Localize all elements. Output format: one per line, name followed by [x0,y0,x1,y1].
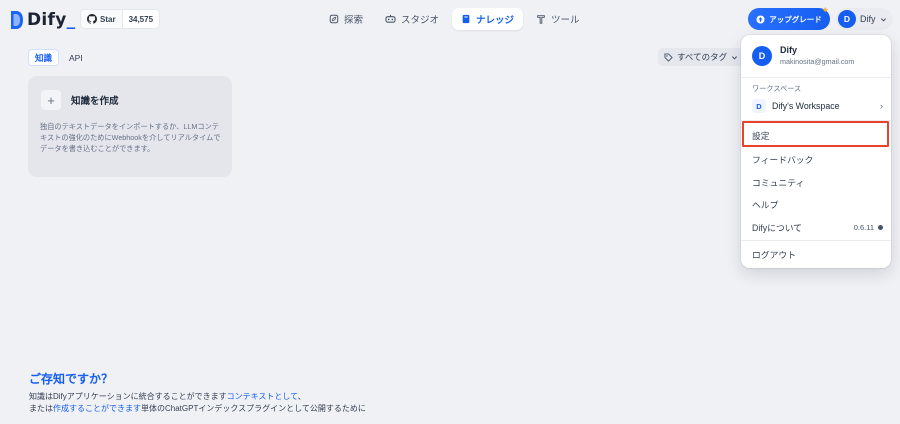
menu-item-community[interactable]: コミュニティ [752,176,883,189]
knowledge-tabs: 知識 API [28,49,89,66]
upgrade-button[interactable]: アップグレード ✦ [748,5,830,30]
workspace-selector[interactable]: D Dify's Workspace › [752,98,883,114]
tag-filter-dropdown[interactable]: すべてのタグ [658,48,745,66]
chevron-down-icon [732,55,738,60]
create-knowledge-title: 知識を作成 [71,96,119,107]
github-icon [87,14,97,24]
plus-icon: + [40,89,62,111]
main-nav: 探索 スタジオ ナレッジ ツール [320,8,589,30]
dify-logo-mark-icon [11,11,23,29]
create-plugin-link[interactable]: 作成することができます [53,404,141,413]
studio-icon [385,14,396,23]
nav-knowledge-label: ナレッジ [476,15,515,26]
menu-item-help[interactable]: ヘルプ [752,198,883,211]
github-star-count: 34,575 [121,10,159,28]
context-link[interactable]: コンテキストとして [227,392,298,401]
upgrade-label: アップグレード [769,14,822,24]
workspace-name: Dify's Workspace [772,101,840,111]
explore-icon [329,14,339,24]
brand-name: Dify_ [27,10,76,30]
menu-item-about[interactable]: Difyについて 0.6.11 [752,221,883,234]
chevron-down-icon [880,17,886,22]
menu-divider [741,77,891,78]
tab-knowledge[interactable]: 知識 [28,49,60,66]
status-dot-icon [878,225,883,230]
github-star-label: Star [100,14,116,24]
nav-explore[interactable]: 探索 [320,8,372,30]
menu-item-feedback[interactable]: フィードバック [752,153,883,166]
menu-user-name: Dify [780,45,798,55]
create-knowledge-card[interactable]: + 知識を作成 独自のテキストデータをインポートするか、LLMコンテキストの強化… [28,76,232,177]
menu-divider [741,240,891,241]
menu-item-logout[interactable]: ログアウト [752,248,883,261]
dify-logo[interactable]: Dify_ [10,9,75,31]
workspace-icon: D [752,99,766,113]
menu-user-email: makinosita@gmail.com [780,57,855,66]
tag-filter-label: すべてのタグ [677,52,728,62]
tool-icon [537,15,545,24]
tab-api[interactable]: API [63,49,89,66]
nav-tools[interactable]: ツール [527,8,589,30]
nav-explore-label: 探索 [344,15,364,26]
settings-highlight-box [742,121,889,147]
user-name: Dify [860,14,876,24]
nav-studio[interactable]: スタジオ [376,8,448,30]
version-number: 0.6.11 [853,223,874,232]
did-you-know-line-1: 知識はDifyアプリケーションに統合することができますコンテキストとして、 [29,392,306,401]
book-icon [462,14,470,24]
github-star-button[interactable]: Star 34,575 [80,9,161,29]
menu-user-info: D Dify makinosita@gmail.com [752,45,854,66]
nav-studio-label: スタジオ [401,15,440,26]
did-you-know-line-2: または作成することができます単体のChatGPTインデックスプラグインとして公開… [29,404,366,413]
tag-icon [664,52,673,62]
did-you-know-section: ご存知ですか？ 知識はDifyアプリケーションに統合することができますコンテキス… [29,370,366,415]
create-knowledge-description: 独自のテキストデータをインポートするか、LLMコンテキストの強化のためにWebh… [40,122,221,153]
nav-tools-label: ツール [551,15,580,26]
sparkle-icon: ✦ [821,5,829,15]
version-info: 0.6.11 [854,223,883,232]
upgrade-icon [756,14,765,24]
user-menu-trigger[interactable]: D Dify [836,8,893,30]
user-dropdown-menu: D Dify makinosita@gmail.com ワークスペース D Di… [741,35,891,268]
chevron-right-icon: › [880,101,883,111]
avatar: D [838,10,856,28]
workspace-section-label: ワークスペース [752,84,802,93]
menu-avatar: D [752,45,772,66]
nav-knowledge[interactable]: ナレッジ [452,8,524,30]
top-bar: Dify_ Star 34,575 探索 スタジオ ナレッジ ツール アップグレ… [0,0,900,38]
did-you-know-title: ご存知ですか？ [29,372,114,386]
